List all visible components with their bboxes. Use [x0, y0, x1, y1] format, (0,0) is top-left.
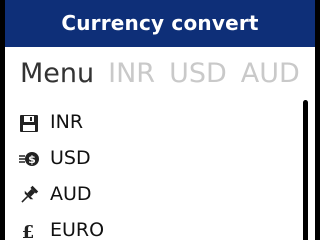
coin-dollar-icon: $ [19, 152, 39, 166]
menu-item-inr[interactable]: INR [5, 106, 265, 138]
menu-item-usd[interactable]: $ USD [5, 142, 265, 174]
pin-icon [21, 185, 39, 203]
menu-item-label: EURO [50, 219, 105, 240]
menu-item-euro[interactable]: £ EURO [5, 214, 265, 240]
title-bar: Currency convert [5, 0, 315, 47]
svg-text:$: $ [28, 153, 36, 166]
app-screen: Currency convert Menu INR USD AUD INR $ USD [5, 0, 315, 240]
menu-item-aud[interactable]: AUD [5, 178, 265, 210]
tab-menu[interactable]: Menu [20, 57, 94, 91]
pound-sign-icon: £ [22, 222, 35, 240]
pivot-tabs: Menu INR USD AUD [20, 57, 315, 93]
tab-aud[interactable]: AUD [241, 57, 300, 91]
menu-item-label: USD [50, 147, 91, 169]
menu-item-label: INR [50, 111, 84, 133]
menu-item-label: AUD [50, 183, 92, 205]
tab-inr[interactable]: INR [108, 57, 155, 91]
svg-text:£: £ [22, 222, 35, 240]
page-title: Currency convert [61, 11, 259, 35]
scrollbar[interactable] [303, 100, 308, 240]
floppy-disk-icon [20, 115, 38, 132]
tab-usd[interactable]: USD [169, 57, 227, 91]
